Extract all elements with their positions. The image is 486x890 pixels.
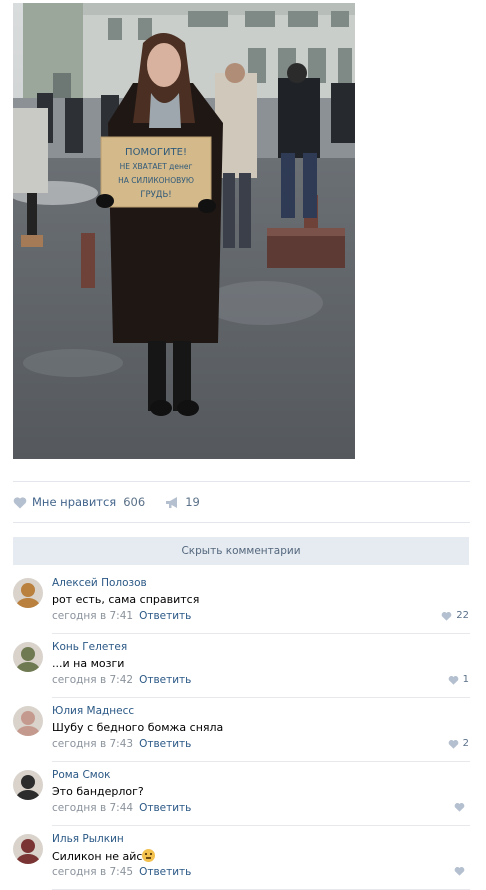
comment-text: Это бандерлог?: [52, 785, 144, 798]
sign-line-2: НЕ ХВАТАЕТ денег: [120, 162, 193, 171]
reply-link[interactable]: Ответить: [139, 866, 191, 878]
comment-meta: сегодня в 7:42 Ответить: [52, 674, 191, 686]
reply-link[interactable]: Ответить: [139, 738, 191, 750]
post-actions: Мне нравится 606 19: [13, 492, 200, 512]
reply-link[interactable]: Ответить: [139, 802, 191, 814]
comment-text-content: Силикон не айс: [52, 850, 143, 863]
heart-icon: [448, 739, 458, 749]
sign-line-4: ГРУДЬ!: [140, 190, 171, 200]
comment-item: Алексей Полозов рот есть, сама справится с…: [13, 570, 470, 634]
heart-icon: [454, 803, 465, 812]
avatar-image: [13, 642, 43, 672]
comment-text: ...и на мозги: [52, 657, 124, 670]
avatar[interactable]: [13, 642, 43, 672]
comment-like-button[interactable]: 1: [448, 674, 469, 685]
comment-item: Юлия Маднесс Шубу с бедного бомжа сняла се…: [13, 698, 470, 762]
comment-text-content: рот есть, сама справится: [52, 593, 200, 606]
comment-like-button[interactable]: 22: [441, 610, 469, 621]
comment-meta: сегодня в 7:43 Ответить: [52, 738, 191, 750]
avatar-image: [13, 834, 43, 864]
comment-like-count: 1: [462, 674, 469, 685]
reply-link[interactable]: Ответить: [139, 674, 191, 686]
comment-like-count: 22: [456, 610, 469, 621]
heart-icon: [454, 867, 465, 876]
comment-meta: сегодня в 7:44 Ответить: [52, 802, 191, 814]
reply-link[interactable]: Ответить: [139, 610, 191, 622]
comment-text-content: ...и на мозги: [52, 657, 125, 670]
comment-meta: сегодня в 7:41 Ответить: [52, 610, 191, 622]
avatar[interactable]: [13, 834, 43, 864]
comment-text: рот есть, сама справится: [52, 593, 199, 606]
comment-text-content: Это бандерлог?: [52, 785, 144, 798]
sign-line-3: НА СИЛИКОНОВУЮ: [118, 176, 194, 185]
comment-text: Шубу с бедного бомжа сняла: [52, 721, 223, 734]
comment-item: Конь Гелетея ...и на мозги сегодня в 7:42 О…: [13, 634, 470, 698]
comment-author[interactable]: Рома Смок: [52, 769, 110, 781]
sign-line-1: ПОМОГИТЕ!: [125, 147, 187, 158]
avatar[interactable]: [13, 578, 43, 608]
comment-meta: сегодня в 7:45 Ответить: [52, 866, 191, 878]
comment-like-button[interactable]: [454, 866, 469, 876]
photo-woman-with-sign: ПОМОГИТЕ! НЕ ХВАТАЕТ денег НА СИЛИКОНОВУ…: [13, 3, 355, 459]
comment-time[interactable]: сегодня в 7:44: [52, 802, 133, 814]
megaphone-icon: [166, 496, 178, 508]
comment-author[interactable]: Илья Рылкин: [52, 833, 124, 845]
comment-time[interactable]: сегодня в 7:42: [52, 674, 133, 686]
comment-text: Силикон не айс: [52, 849, 156, 863]
post-divider-bottom: [13, 522, 470, 523]
hide-comments-button[interactable]: Скрыть комментарии: [13, 537, 469, 565]
avatar-image: [13, 578, 43, 608]
comment-author[interactable]: Конь Гелетея: [52, 641, 127, 653]
comment-like-count: 2: [462, 738, 469, 749]
share-button[interactable]: 19: [165, 495, 200, 509]
comment-time[interactable]: сегодня в 7:43: [52, 738, 133, 750]
smiley-icon: [142, 849, 156, 862]
comment-item: Рома Смок Это бандерлог? сегодня в 7:44 Отв…: [13, 762, 470, 826]
heart-icon: [441, 611, 452, 621]
heart-icon: [448, 675, 458, 685]
comment-author[interactable]: Алексей Полозов: [52, 577, 147, 589]
post-photo[interactable]: ПОМОГИТЕ! НЕ ХВАТАЕТ денег НА СИЛИКОНОВУ…: [13, 3, 355, 459]
comment-time[interactable]: сегодня в 7:45: [52, 866, 133, 878]
comment-time[interactable]: сегодня в 7:41: [52, 610, 133, 622]
comment-author[interactable]: Юлия Маднесс: [52, 705, 134, 717]
avatar-image: [13, 706, 43, 736]
avatar[interactable]: [13, 706, 43, 736]
avatar-image: [13, 770, 43, 800]
comment-like-button[interactable]: 2: [448, 738, 469, 749]
avatar[interactable]: [13, 770, 43, 800]
share-count: 19: [185, 495, 200, 509]
comment-item: Илья Рылкин Силикон не айс сегодня в 7:45 О…: [13, 826, 470, 890]
post-divider-top: [13, 481, 470, 482]
comment-text-content: Шубу с бедного бомжа сняла: [52, 721, 224, 734]
like-count: 606: [123, 495, 146, 509]
heart-icon: [13, 496, 27, 508]
like-button[interactable]: Мне нравится 606: [13, 495, 145, 509]
like-label: Мне нравится: [32, 495, 117, 509]
comment-like-button[interactable]: [454, 802, 469, 812]
